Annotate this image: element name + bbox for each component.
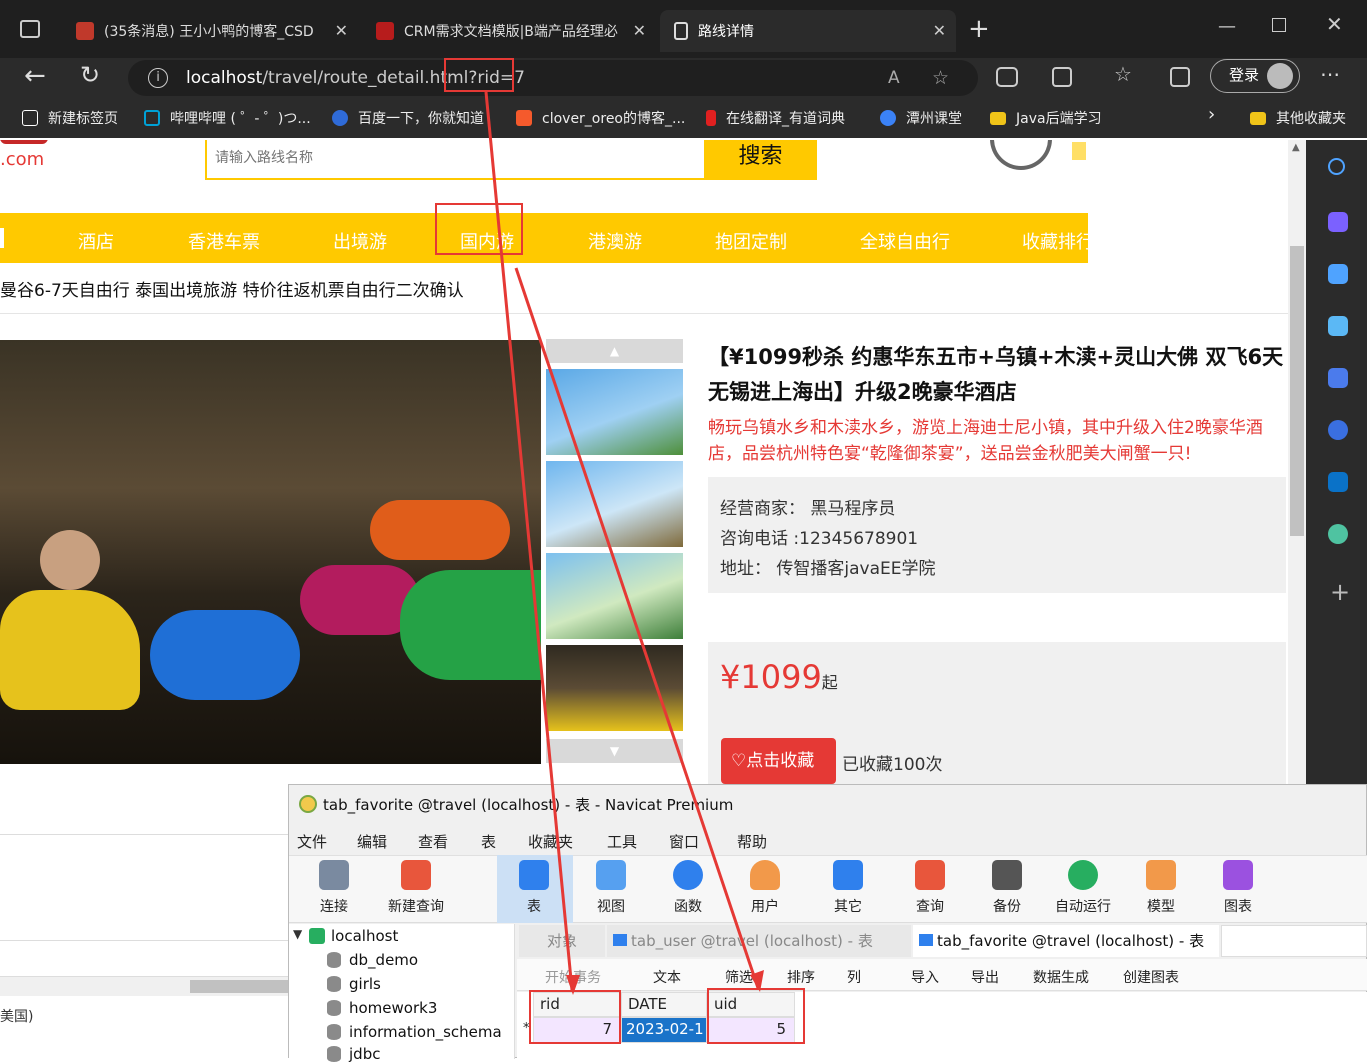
arrow-nav-to-uid — [514, 267, 760, 989]
annotation-arrows — [484, 91, 764, 995]
arrow-url-to-rid — [484, 91, 574, 991]
arrowhead — [566, 975, 580, 995]
